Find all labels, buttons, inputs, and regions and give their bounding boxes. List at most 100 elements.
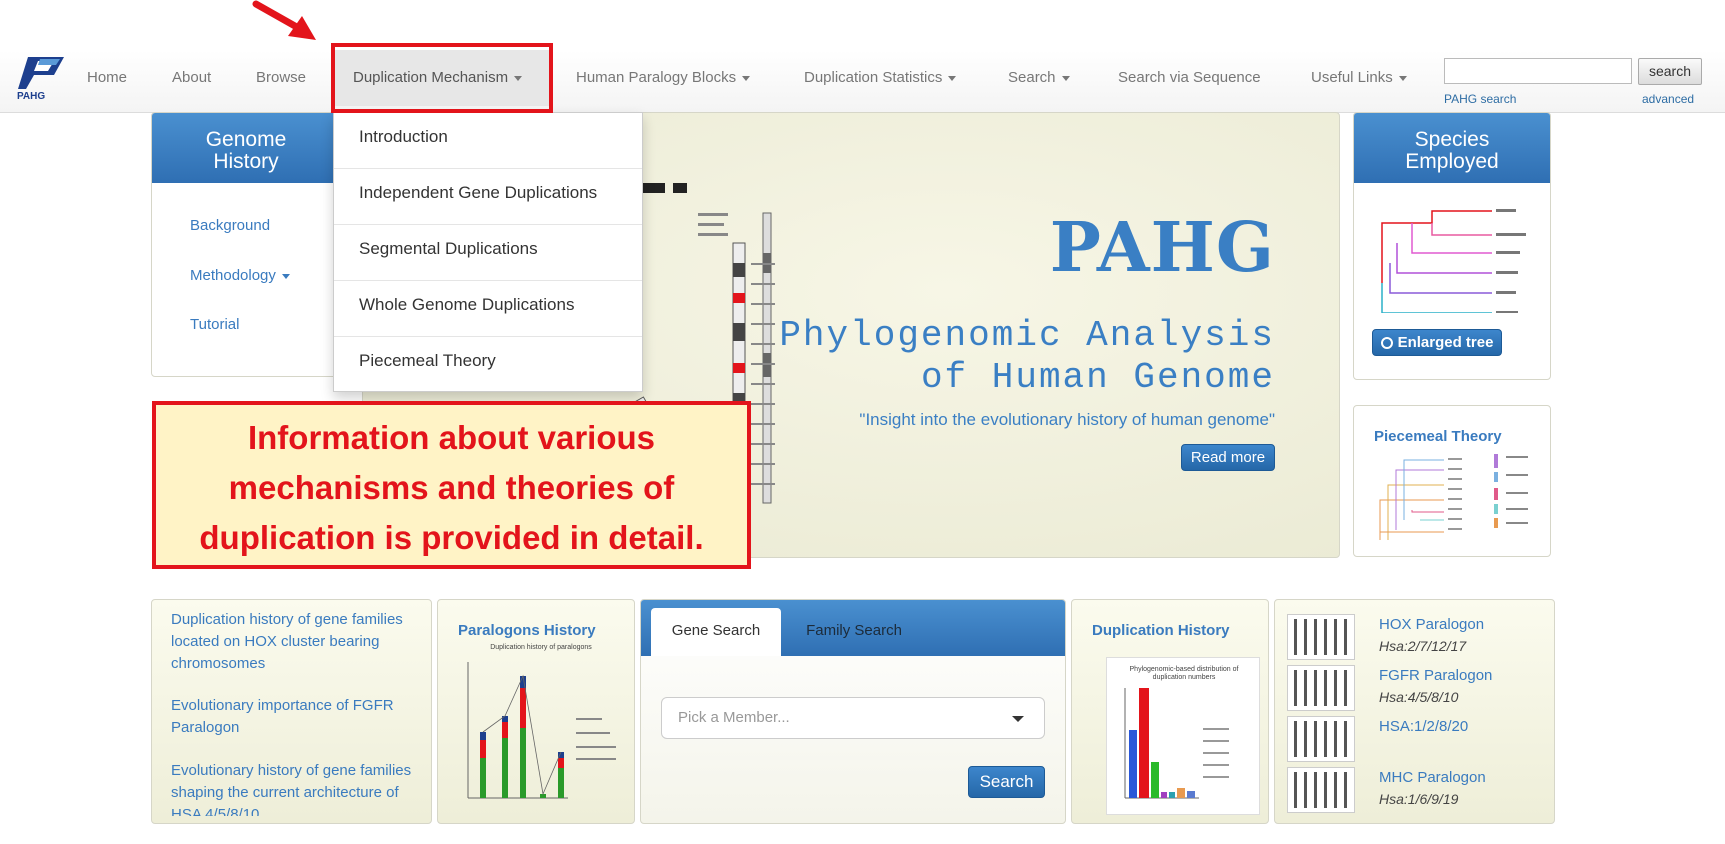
hsa-paralogon-link[interactable]: HSA:1/2/8/20 bbox=[1379, 718, 1468, 735]
duplication-history-panel[interactable]: Duplication History Phylogenomic-based d… bbox=[1071, 599, 1269, 824]
menu-item-segmental-duplications[interactable]: Segmental Duplications bbox=[334, 225, 642, 281]
chromosome-stripe-icon bbox=[1334, 670, 1337, 706]
chromosome-stripe-icon bbox=[1314, 670, 1317, 706]
species-employed-title: Species Employed bbox=[1354, 113, 1550, 183]
chromosome-stripe-icon bbox=[1304, 772, 1307, 808]
sidebar-item-methodology-label: Methodology bbox=[190, 267, 276, 284]
hero-quote: "Insight into the evolutionary history o… bbox=[859, 410, 1275, 429]
hsa-paralogon-thumbnail[interactable] bbox=[1287, 716, 1355, 762]
nav-search-label: Search bbox=[1008, 69, 1056, 86]
chromosome-stripe-icon bbox=[1294, 670, 1297, 706]
nav-duplication-statistics[interactable]: Duplication Statistics bbox=[804, 50, 957, 106]
article-link-hsa[interactable]: Evolutionary history of gene families sh… bbox=[171, 760, 421, 816]
duplication-chart-frame: Phylogenomic-based distribution of dupli… bbox=[1106, 657, 1260, 815]
nav-duplication-statistics-label: Duplication Statistics bbox=[804, 69, 943, 86]
chevron-down-icon bbox=[1061, 75, 1070, 81]
annotation-callout: Information about various mechanisms and… bbox=[152, 401, 751, 569]
search-button[interactable]: Search bbox=[968, 766, 1045, 798]
chromosome-stripe-icon bbox=[1344, 772, 1347, 808]
chromosome-stripe-icon bbox=[1344, 721, 1347, 757]
chevron-down-icon bbox=[742, 75, 751, 81]
species-tree-icon bbox=[1381, 209, 1526, 313]
sidebar-item-methodology[interactable]: Methodology bbox=[190, 267, 290, 284]
hox-paralogon-link[interactable]: HOX Paralogon bbox=[1379, 616, 1484, 633]
hero-subtitle-line1: Phylogenomic Analysis bbox=[779, 315, 1275, 356]
nav-about[interactable]: About bbox=[172, 50, 211, 106]
fgfr-paralogon-sub: Hsa:4/5/8/10 bbox=[1379, 689, 1459, 705]
sidebar-item-tutorial[interactable]: Tutorial bbox=[190, 316, 239, 333]
enlarged-tree-label: Enlarged tree bbox=[1397, 334, 1494, 351]
read-more-button[interactable]: Read more bbox=[1181, 444, 1275, 471]
chromosome-stripe-icon bbox=[1294, 772, 1297, 808]
chromosome-stripe-icon bbox=[1344, 670, 1347, 706]
articles-panel: Duplication history of gene families loc… bbox=[151, 599, 432, 824]
chromosome-stripe-icon bbox=[1294, 619, 1297, 655]
genome-history-panel: Genome History Background Methodology Tu… bbox=[151, 112, 341, 377]
pahg-search-link[interactable]: PAHG search bbox=[1444, 92, 1516, 106]
nav-home[interactable]: Home bbox=[87, 50, 127, 106]
species-employed-panel: Species Employed Enlarged tree bbox=[1353, 112, 1551, 380]
chevron-down-icon bbox=[948, 75, 957, 81]
chevron-down-icon bbox=[281, 273, 290, 279]
menu-item-introduction[interactable]: Introduction bbox=[334, 113, 642, 169]
chromosome-stripe-icon bbox=[1294, 721, 1297, 757]
piecemeal-theory-title: Piecemeal Theory bbox=[1374, 428, 1502, 445]
pahg-logo-icon bbox=[18, 57, 64, 89]
chromosome-stripe-icon bbox=[1334, 619, 1337, 655]
nav-browse[interactable]: Browse bbox=[256, 50, 306, 106]
chromosome-stripe-icon bbox=[1314, 721, 1317, 757]
duplication-chart-icon bbox=[1124, 688, 1229, 799]
nav-useful-links[interactable]: Useful Links bbox=[1311, 50, 1407, 106]
chromosome-stripe-icon bbox=[1314, 772, 1317, 808]
pahg-logo[interactable]: PAHG bbox=[14, 53, 70, 105]
chromosome-stripe-icon bbox=[1314, 619, 1317, 655]
nav-search-via-sequence[interactable]: Search via Sequence bbox=[1118, 50, 1261, 106]
chromosome-stripe-icon bbox=[1304, 670, 1307, 706]
mhc-paralogon-link[interactable]: MHC Paralogon bbox=[1379, 769, 1486, 786]
piecemeal-diagram-icon bbox=[1379, 454, 1528, 540]
fgfr-paralogon-thumbnail[interactable] bbox=[1287, 665, 1355, 711]
zoom-in-icon bbox=[1380, 337, 1393, 349]
article-link-fgfr[interactable]: Evolutionary importance of FGFR Paralogo… bbox=[171, 695, 421, 739]
fgfr-paralogon-link[interactable]: FGFR Paralogon bbox=[1379, 667, 1492, 684]
gene-search-panel: Gene Search Family Search Pick a Member.… bbox=[640, 599, 1066, 824]
navbar-search-button[interactable]: search bbox=[1638, 58, 1702, 85]
paralogons-history-panel[interactable]: Paralogons History Duplication history o… bbox=[437, 599, 635, 824]
duplication-mechanism-dropdown: Introduction Independent Gene Duplicatio… bbox=[333, 112, 643, 392]
chromosome-stripe-icon bbox=[1324, 619, 1327, 655]
chromosome-stripe-icon bbox=[1344, 619, 1347, 655]
paralogons-list-panel: HOX Paralogon Hsa:2/7/12/17 FGFR Paralog… bbox=[1274, 599, 1555, 824]
hox-paralogon-thumbnail[interactable] bbox=[1287, 614, 1355, 660]
menu-item-piecemeal-theory[interactable]: Piecemeal Theory bbox=[334, 337, 642, 393]
piecemeal-theory-panel[interactable]: Piecemeal Theory bbox=[1353, 405, 1551, 557]
logo-text: PAHG bbox=[17, 91, 46, 102]
chromosome-stripe-icon bbox=[1324, 670, 1327, 706]
mhc-paralogon-sub: Hsa:1/6/9/19 bbox=[1379, 791, 1459, 807]
chevron-down-icon bbox=[1012, 716, 1024, 722]
nav-browse-label: Browse bbox=[256, 69, 307, 86]
genome-history-title: Genome History bbox=[152, 113, 340, 183]
paralogons-history-title: Paralogons History bbox=[458, 622, 596, 639]
highlight-box-nav bbox=[331, 43, 553, 113]
duplication-history-title: Duplication History bbox=[1092, 622, 1230, 639]
menu-item-whole-genome-duplications[interactable]: Whole Genome Duplications bbox=[334, 281, 642, 337]
tab-gene-search[interactable]: Gene Search bbox=[651, 608, 781, 656]
nav-search[interactable]: Search bbox=[1008, 50, 1070, 106]
nav-human-paralogy-blocks-label: Human Paralogy Blocks bbox=[576, 69, 737, 86]
nav-human-paralogy-blocks[interactable]: Human Paralogy Blocks bbox=[576, 50, 751, 106]
chromosome-stripe-icon bbox=[1334, 721, 1337, 757]
navbar-search-input[interactable] bbox=[1444, 58, 1632, 84]
advanced-search-link[interactable]: advanced bbox=[1642, 92, 1694, 106]
nav-home-label: Home bbox=[87, 69, 128, 86]
enlarged-tree-button[interactable]: Enlarged tree bbox=[1372, 329, 1502, 356]
annotation-arrow-icon bbox=[252, 0, 316, 40]
article-link-hox[interactable]: Duplication history of gene families loc… bbox=[171, 609, 421, 675]
sidebar-item-background[interactable]: Background bbox=[190, 217, 270, 234]
pick-member-select[interactable]: Pick a Member... bbox=[661, 697, 1045, 739]
nav-about-label: About bbox=[172, 69, 212, 86]
tab-family-search[interactable]: Family Search bbox=[789, 608, 919, 656]
chevron-down-icon bbox=[1398, 75, 1407, 81]
mhc-paralogon-thumbnail[interactable] bbox=[1287, 767, 1355, 813]
menu-item-independent-gene-duplications[interactable]: Independent Gene Duplications bbox=[334, 169, 642, 225]
chromosome-stripe-icon bbox=[1304, 721, 1307, 757]
